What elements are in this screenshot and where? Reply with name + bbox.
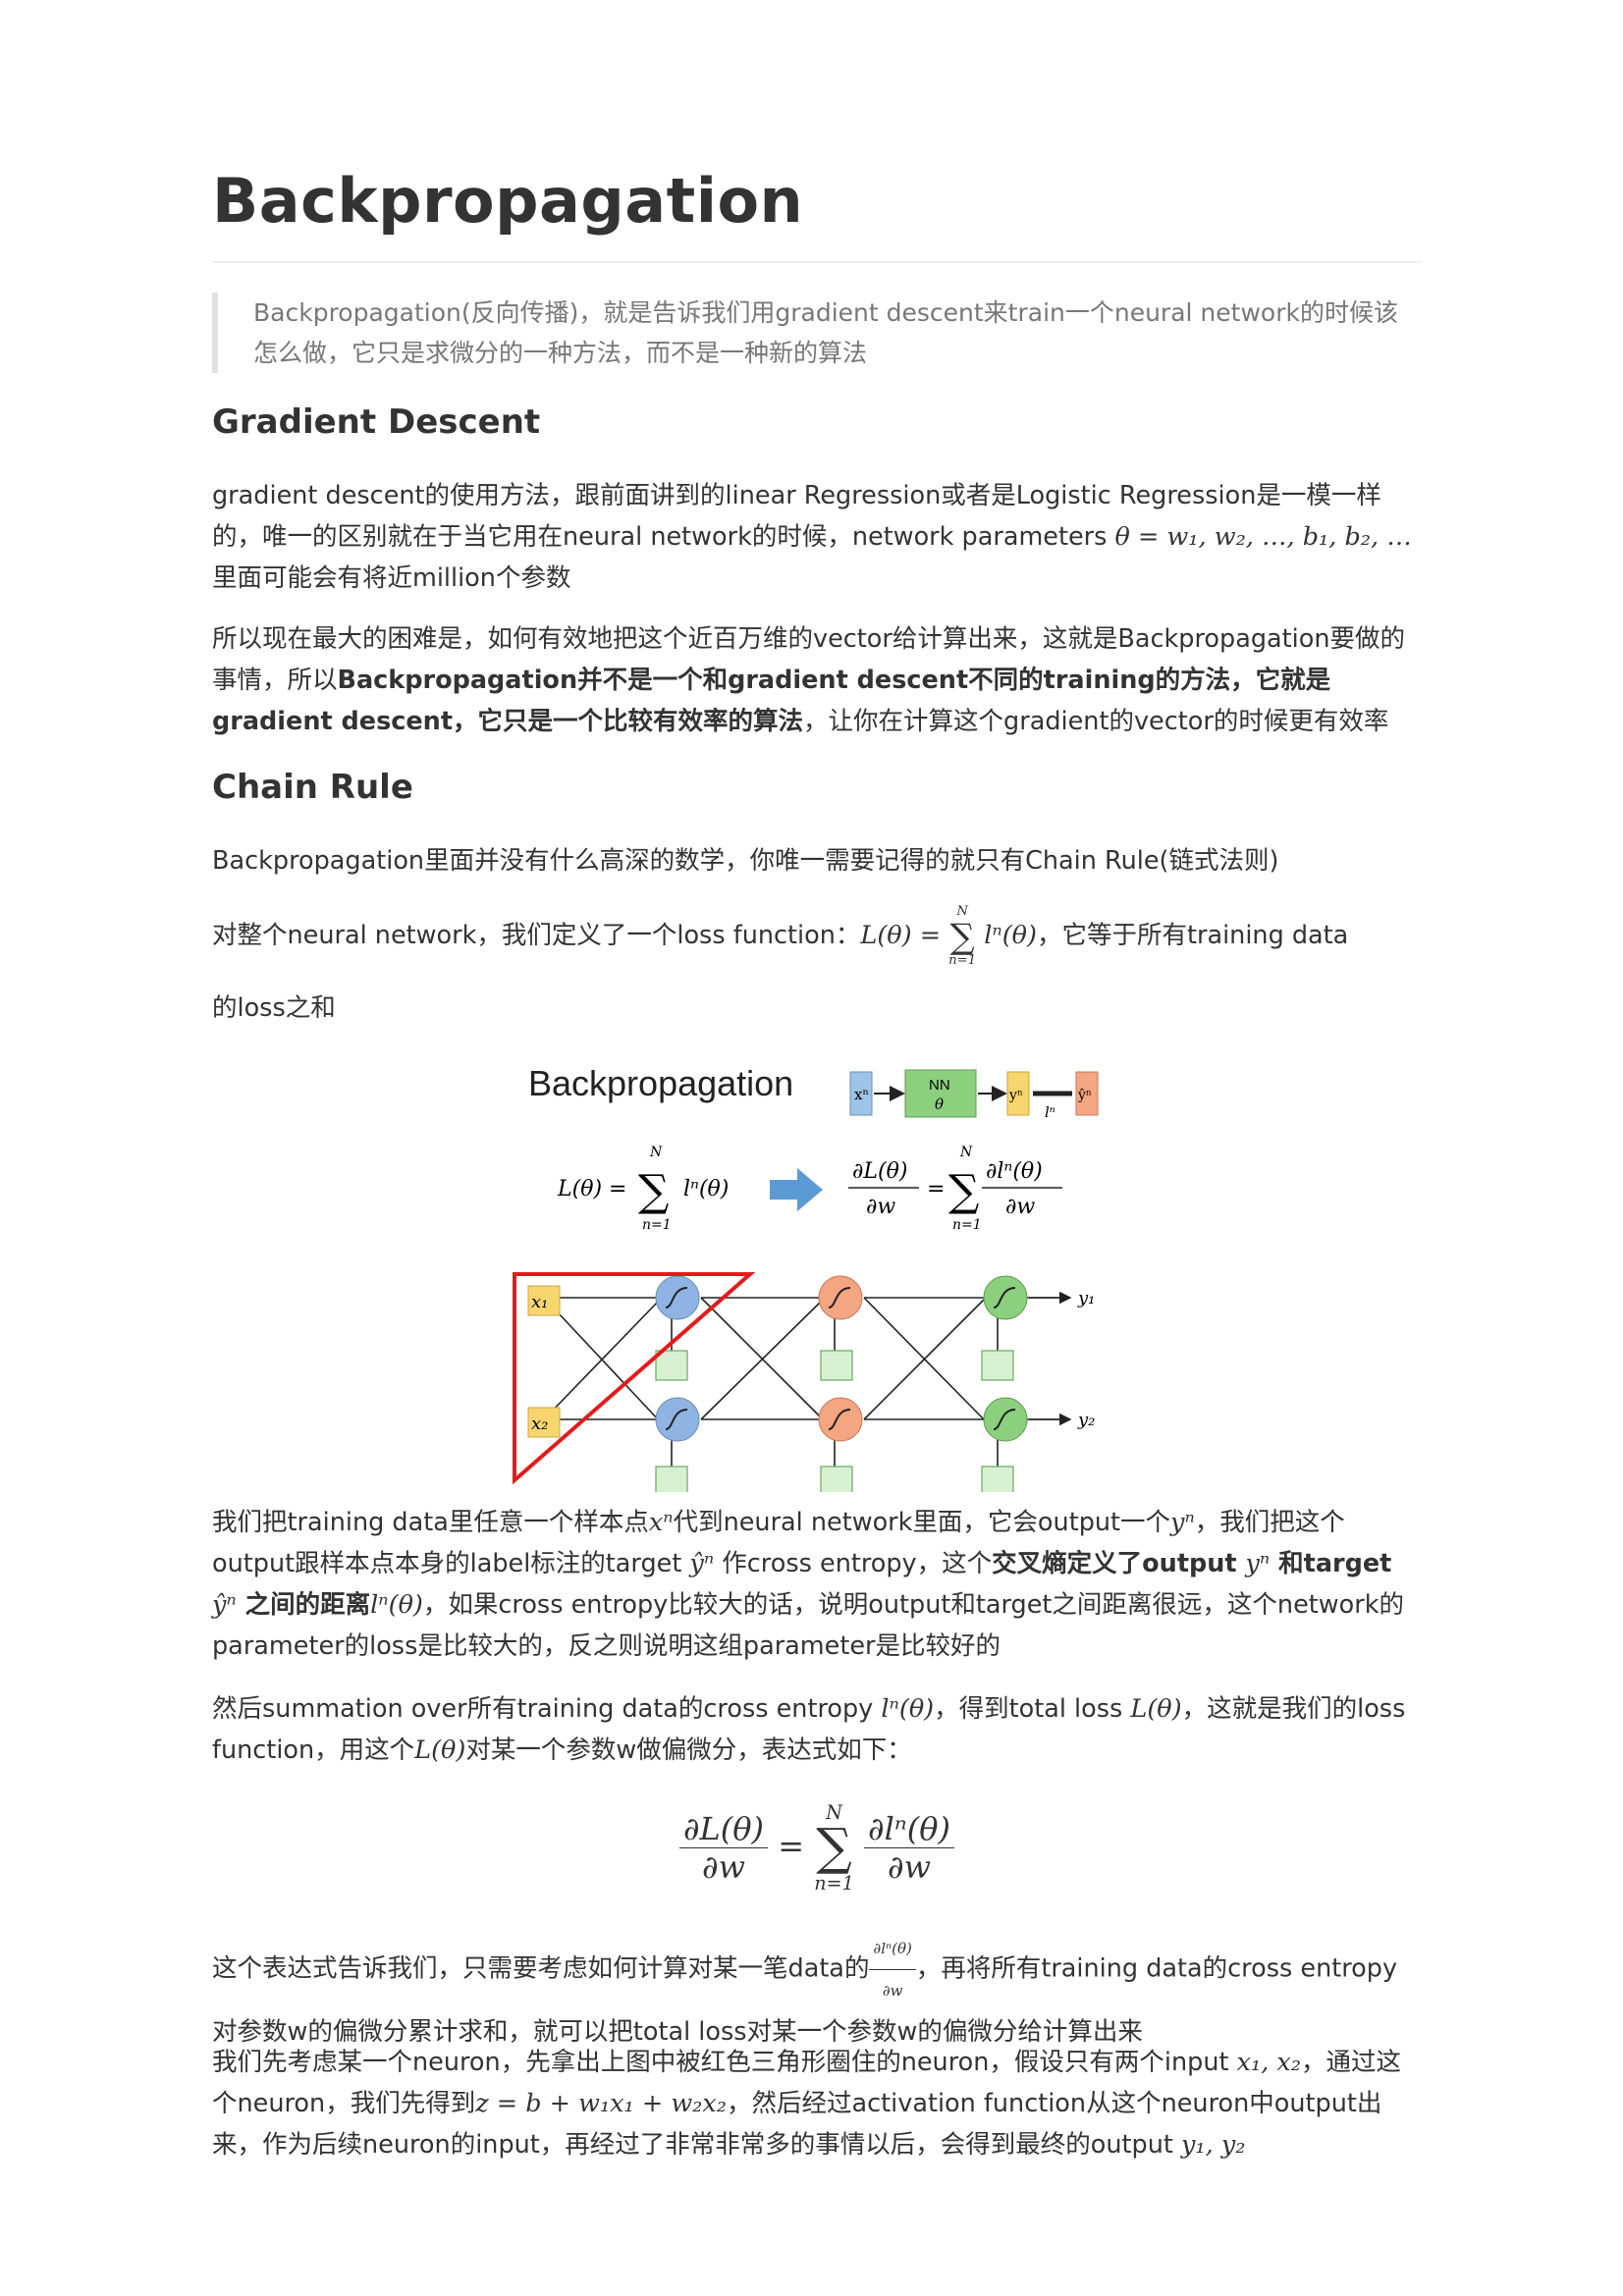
cr-p2-text: 对整个neural network，我们定义了一个loss function：	[212, 921, 861, 951]
yhat-math: ŷⁿ	[689, 1549, 715, 1578]
gd-paragraph-1: gradient descent的使用方法，跟前面讲到的linear Regre…	[212, 475, 1422, 599]
gradient-equation: ∂L(θ) ∂w = N ∑ n=1 ∂lⁿ(θ) ∂w	[212, 1802, 1422, 1894]
fig-sigma: ∑	[638, 1166, 669, 1216]
loss-term: lⁿ(θ)	[984, 921, 1037, 951]
yn-box-label: yⁿ	[1008, 1088, 1023, 1103]
p5-text-a: 这个表达式告诉我们，只需要考虑如何计算对某一笔data的	[212, 1953, 870, 1984]
p3-text-a: 我们把training data里任意一个样本点	[212, 1508, 649, 1537]
sum-lower: n=1	[948, 952, 977, 968]
fig-sigma-2: ∑	[948, 1166, 979, 1216]
fig-sum-bot: n=1	[642, 1217, 672, 1233]
p3-text-d: 作cross entropy，这个	[714, 1549, 993, 1578]
fig-dw: ∂w	[866, 1195, 895, 1219]
z-math: z = b + w₁x₁ + w₂x₂	[475, 2089, 727, 2118]
page-title: Backpropagation	[212, 165, 804, 237]
eq-num-right: ∂lⁿ(θ)	[864, 1810, 954, 1849]
p6-text-a: 我们先考虑某一个neuron，先拿出上图中被红色三角形圈住的neuron，假设只…	[212, 2048, 1237, 2077]
eq-sigma-glyph: ∑	[816, 1818, 852, 1878]
eq-frac-left: ∂L(θ) ∂w	[679, 1810, 769, 1887]
input-label-x2: x₂	[531, 1414, 548, 1434]
theta-params-math: θ = w₁, w₂, …, b₁, b₂, …	[1114, 522, 1412, 552]
right-arrow-icon	[770, 1168, 823, 1211]
eq-sum: N ∑ n=1	[814, 1802, 854, 1896]
p4-text-b: ，得到total loss	[934, 1694, 1131, 1724]
fig-sum-top: N	[649, 1145, 663, 1160]
fig-ln: lⁿ(θ)	[683, 1177, 729, 1201]
ltheta-math: L(θ)	[1130, 1694, 1182, 1724]
fig-eq: =	[927, 1177, 945, 1201]
p4-text-d: 对某一个参数w做偏微分，表达式如下：	[465, 1735, 912, 1765]
p3-bold-2: 和target	[1270, 1549, 1392, 1578]
ltheta-math-2: L(θ)	[414, 1735, 466, 1765]
yhat-math-2: ŷⁿ	[212, 1590, 237, 1620]
loss-label: lⁿ	[1045, 1103, 1055, 1121]
input-label-x1: x₁	[531, 1292, 548, 1312]
backprop-figure: Backpropagation xⁿ NN θ yⁿ lⁿ ŷⁿ L(θ) = …	[513, 1063, 1099, 1492]
p3-bold-1: 交叉熵定义了output	[992, 1549, 1246, 1578]
nn-theta-label: θ	[935, 1095, 944, 1113]
paragraph-6: 我们先考虑某一个neuron，先拿出上图中被红色三角形圈住的neuron，假设只…	[212, 2042, 1422, 2165]
ln-math-2: lⁿ(θ)	[881, 1694, 935, 1724]
fig-L: L(θ) =	[557, 1177, 626, 1201]
figure-equation-left: L(θ) = N ∑ n=1 lⁿ(θ)	[557, 1145, 729, 1233]
inline-frac: ∂lⁿ(θ) ∂w	[869, 1928, 916, 2011]
nn-box-label: NN	[929, 1077, 950, 1094]
cr-paragraph-1: Backpropagation里面并没有什么高深的数学，你唯一需要记得的就只有C…	[212, 846, 1279, 876]
ln-math: lⁿ(θ)	[370, 1590, 423, 1620]
intro-quote: Backpropagation(反向传播)，就是告诉我们用gradient de…	[212, 293, 1422, 373]
p3-bold-3: 之间的距离	[236, 1590, 371, 1620]
yhat-box-label: ŷⁿ	[1077, 1087, 1092, 1103]
fig-dln: ∂lⁿ(θ)	[986, 1159, 1043, 1184]
cr-p2-text-mid: ，它等于所有training data	[1036, 921, 1349, 951]
heading-chain-rule: Chain Rule	[212, 768, 413, 807]
sigma-glyph: ∑	[949, 916, 975, 957]
title-divider	[212, 261, 1422, 263]
eq-den-left: ∂w	[702, 1848, 745, 1887]
inline-frac-num: ∂lⁿ(θ)	[869, 1928, 916, 1970]
heading-gradient-descent: Gradient Descent	[212, 402, 541, 442]
figure-equation-right: ∂L(θ) ∂w = N ∑ n=1 ∂lⁿ(θ) ∂w	[848, 1145, 1062, 1233]
cr-paragraph-2-cont: 的loss之和	[212, 993, 336, 1023]
sum-symbol: N ∑ n=1	[948, 904, 977, 968]
output-label-y1: y₁	[1077, 1288, 1095, 1308]
yn-math: yⁿ	[1170, 1508, 1195, 1537]
eq-num-left: ∂L(θ)	[679, 1810, 769, 1849]
yn-math-2: yⁿ	[1245, 1549, 1271, 1578]
p3-text-b: 代到neural network里面，它会output一个	[673, 1508, 1171, 1537]
fig-sum-bot-2: n=1	[952, 1217, 982, 1233]
eq-frac-right: ∂lⁿ(θ) ∂w	[864, 1810, 954, 1886]
p4-text-a: 然后summation over所有training data的cross en…	[212, 1694, 882, 1724]
x1x2-math: x₁, x₂	[1236, 2048, 1302, 2077]
cr-paragraph-2: 对整个neural network，我们定义了一个loss function：L…	[212, 904, 1422, 968]
paragraph-5: 这个表达式告诉我们，只需要考虑如何计算对某一笔data的 ∂lⁿ(θ) ∂w ，再将所…	[212, 1928, 1422, 2053]
paragraph-3: 我们把training data里任意一个样本点xⁿ代到neural netwo…	[212, 1502, 1422, 1667]
inline-frac-den: ∂w	[882, 1982, 903, 2000]
gd-p1-text-end: 里面可能会有将近million个参数	[212, 563, 571, 593]
paragraph-4: 然后summation over所有training data的cross en…	[212, 1688, 1422, 1771]
xn-math: xⁿ	[648, 1508, 674, 1537]
figure-title: Backpropagation	[528, 1063, 793, 1103]
loss-def-lhs: L(θ) =	[860, 921, 942, 951]
gd-paragraph-2: 所以现在最大的困难是，如何有效地把这个近百万维的vector给计算出来，这就是B…	[212, 618, 1422, 742]
fig-dL: ∂L(θ)	[852, 1159, 907, 1184]
fig-dw-2: ∂w	[1005, 1195, 1035, 1219]
xn-box-label: xⁿ	[854, 1086, 869, 1103]
fig-sum-top-2: N	[959, 1145, 973, 1160]
y1y2-math: y₁, y₂	[1181, 2130, 1246, 2160]
eq-den-right: ∂w	[888, 1848, 931, 1887]
output-label-y2: y₂	[1077, 1410, 1095, 1430]
gd-p2-text-end: ，让你在计算这个gradient的vector的时候更有效率	[803, 707, 1389, 736]
eq-sum-lower: n=1	[814, 1872, 854, 1896]
eq-equals: =	[778, 1827, 805, 1865]
